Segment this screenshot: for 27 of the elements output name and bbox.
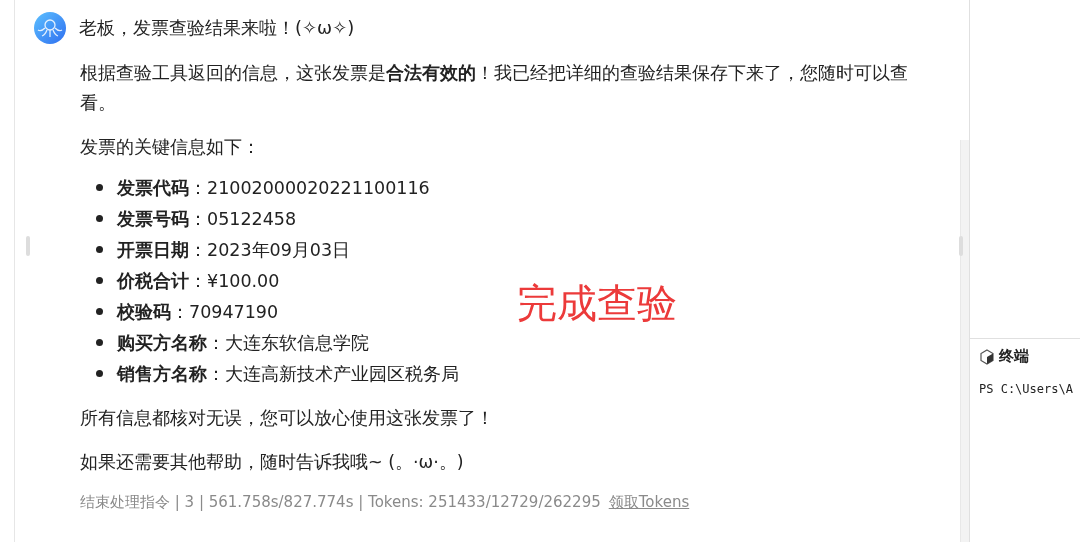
bullet-icon [96, 246, 103, 253]
invoice-field: 发票号码：05122458 [117, 206, 297, 231]
message-paragraph: 根据查验工具返回的信息，这张发票是合法有效的！我已经把详细的查验结果保存下来了，您随时可以查看。 [80, 62, 909, 115]
resize-handle[interactable] [26, 236, 30, 256]
annotation-text: 完成查验 [517, 279, 677, 328]
terminal-title: 终端 [999, 347, 1029, 366]
bullet-icon [96, 277, 103, 284]
bullet-icon [96, 184, 103, 191]
bullet-icon [96, 370, 103, 377]
invoice-field: 校验码：70947190 [117, 299, 279, 324]
message-paragraph: 如果还需要其他帮助，随时告诉我哦~ (。·ω·。) [80, 451, 465, 474]
invoice-field: 开票日期：2023年09月03日 [117, 237, 351, 262]
status-text: 结束处理指令 | 3 | 561.758s/827.774s | Tokens: 251433/12729/262295 [80, 493, 601, 512]
claim-tokens-link[interactable]: 领取Tokens [608, 493, 690, 512]
terminal-line: PS C:\Users\A [978, 381, 1074, 396]
bullet-icon [96, 215, 103, 222]
invoice-field: 价税合计：¥100.00 [117, 268, 280, 293]
bullet-icon [96, 308, 103, 315]
avatar-icon [34, 12, 66, 44]
cube-icon [980, 348, 994, 365]
message-title: 老板，发票查验结果来啦！(✧ω✧) [79, 16, 355, 40]
message-paragraph: 发票的关键信息如下： [80, 136, 261, 159]
message-paragraph: 所有信息都核对无误，您可以放心使用这张发票了！ [80, 407, 495, 430]
invoice-field: 购买方名称：大连东软信息学院 [117, 330, 369, 355]
invoice-field: 销售方名称：大连高新技术产业园区税务局 [117, 361, 459, 386]
invoice-field: 发票代码：21002000020221100116 [117, 175, 430, 200]
bullet-icon [96, 339, 103, 346]
